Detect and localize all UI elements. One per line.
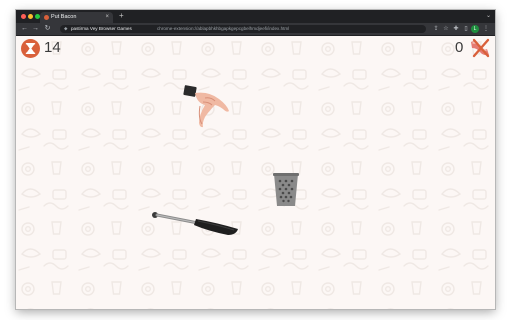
forward-button[interactable]: → bbox=[31, 24, 40, 34]
side-panel-icon[interactable]: ▯ bbox=[462, 25, 470, 33]
share-icon[interactable]: ⇪ bbox=[432, 25, 440, 33]
tab-close-icon[interactable]: × bbox=[105, 13, 109, 22]
score-value: 0 bbox=[455, 39, 464, 56]
back-button[interactable]: ← bbox=[20, 24, 29, 34]
extension-name: pastirma Vey Browser Games bbox=[71, 26, 132, 31]
extensions-icon[interactable]: ✚ bbox=[452, 25, 460, 33]
menu-kebab-icon[interactable]: ⋮ bbox=[482, 25, 490, 33]
profile-avatar[interactable]: L bbox=[471, 25, 479, 33]
hourglass-icon bbox=[21, 39, 40, 58]
browser-window: Put Bacon × + ⌄ ← → ↻ ⬥ pastirma Vey Bro… bbox=[16, 10, 495, 309]
tab-bar: Put Bacon × + ⌄ bbox=[16, 10, 495, 23]
extension-puzzle-icon: ⬥ bbox=[64, 26, 68, 32]
game-viewport: 14 0 bbox=[16, 36, 495, 309]
tab-search-button[interactable]: ⌄ bbox=[486, 11, 491, 21]
url-text: chrome-extension://ablapbhkhbgapkgepcgbe… bbox=[157, 26, 290, 31]
bacon-icon bbox=[471, 38, 490, 58]
tab-title: Put Bacon bbox=[51, 14, 77, 20]
new-tab-button[interactable]: + bbox=[119, 11, 124, 21]
tab-favicon bbox=[44, 15, 49, 20]
reload-button[interactable]: ↻ bbox=[43, 24, 52, 34]
timer-value: 14 bbox=[44, 39, 61, 56]
bookmark-star-icon[interactable]: ☆ bbox=[442, 25, 450, 33]
frying-pan[interactable] bbox=[150, 209, 246, 239]
browser-toolbar: ← → ↻ ⬥ pastirma Vey Browser Games chrom… bbox=[16, 23, 495, 36]
trash-can-icon[interactable] bbox=[272, 173, 300, 207]
active-tab[interactable]: Put Bacon × bbox=[40, 12, 113, 23]
food-pattern-background bbox=[16, 36, 495, 309]
grabbing-hand[interactable] bbox=[181, 81, 243, 139]
minimize-window-dot[interactable] bbox=[28, 14, 33, 19]
address-bar[interactable]: ⬥ pastirma Vey Browser Games chrome-exte… bbox=[60, 25, 426, 33]
close-window-dot[interactable] bbox=[21, 14, 26, 19]
